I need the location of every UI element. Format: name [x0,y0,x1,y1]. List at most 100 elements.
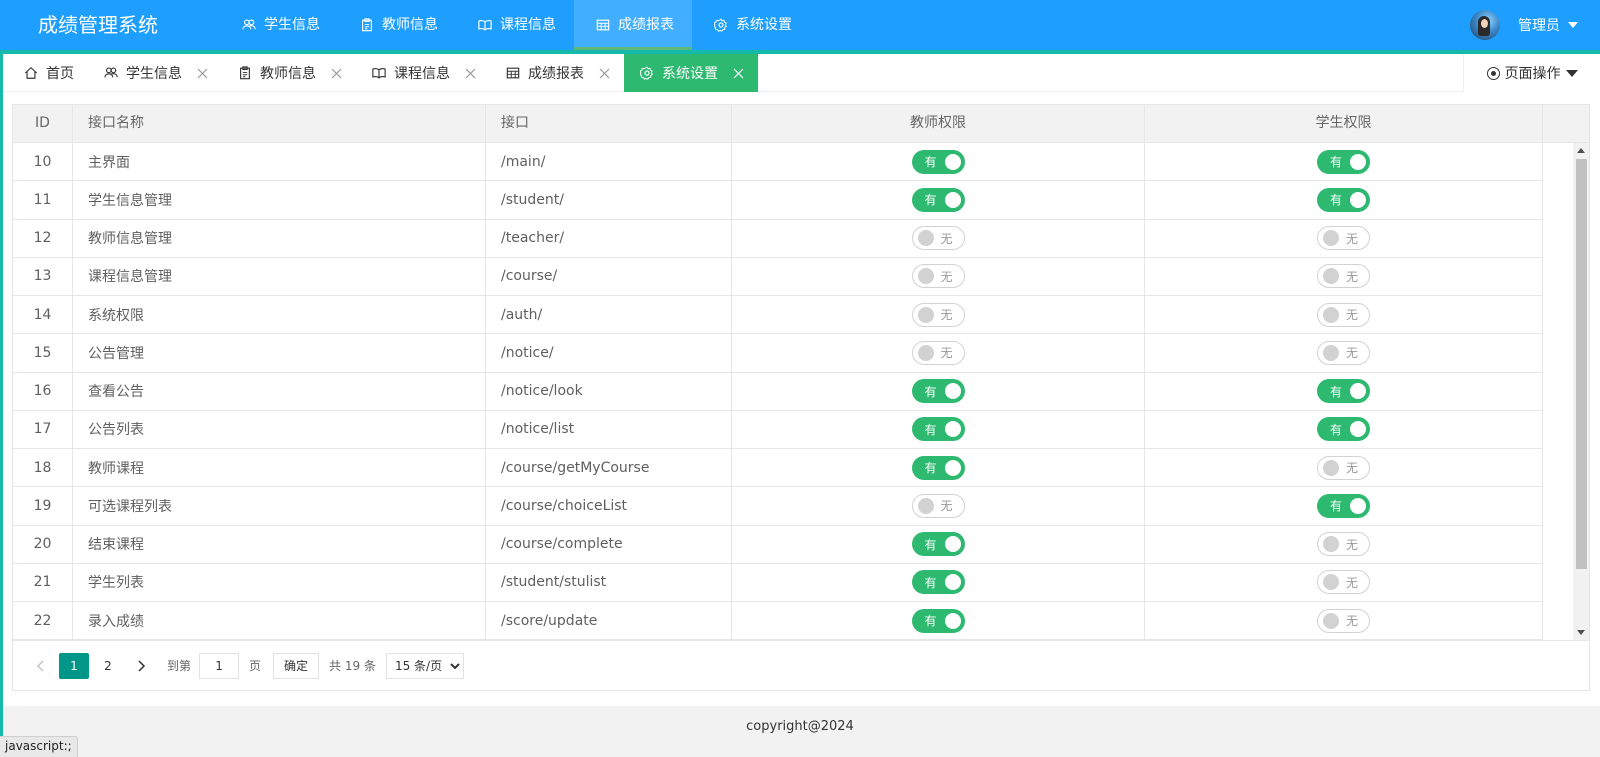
table-header: ID 接口名称 接口 教师权限 学生权限 [13,105,1589,143]
student-permission-toggle[interactable]: 无 [1317,455,1370,480]
scroll-up-icon[interactable] [1577,148,1585,153]
toggle-knob [944,574,961,591]
teacher-permission-toggle[interactable]: 无 [911,302,965,327]
table-icon [594,16,612,34]
student-permission-toggle[interactable]: 无 [1317,570,1370,595]
cell-api-name: 学生信息管理 [73,181,486,219]
student-permission-toggle[interactable]: 无 [1317,226,1370,251]
toggle-label: 有 [924,461,937,476]
teacher-permission-toggle[interactable]: 有 [911,417,965,442]
cell-student-permission: 无 [1145,219,1543,257]
toggle-knob [1323,268,1339,285]
toggle-knob [917,497,934,514]
page-size-select[interactable]: 15 条/页 [385,652,464,679]
teacher-permission-toggle[interactable]: 有 [911,532,965,557]
confirm-goto-button[interactable]: 确定 [273,652,320,679]
home-icon [22,64,40,82]
cell-student-permission: 无 [1145,525,1543,563]
table-row: 17 公告列表/notice/list 有 有 [13,410,1543,449]
cell-teacher-permission: 有 [732,563,1145,601]
close-icon[interactable] [732,67,744,79]
teacher-permission-toggle[interactable]: 无 [911,493,965,518]
cell-id: 13 [13,257,73,295]
cell-id: 11 [13,181,73,219]
copyright-text: copyright@2024 [746,719,854,734]
student-permission-toggle[interactable]: 无 [1317,302,1370,327]
toggle-knob [944,383,961,400]
cell-api: /teacher/ [486,219,732,257]
user-name[interactable]: 管理员 [1518,15,1560,35]
close-icon[interactable] [196,67,208,79]
teacher-permission-toggle[interactable]: 无 [911,264,965,289]
teacher-permission-toggle[interactable]: 有 [911,187,965,212]
topnav-item-1[interactable]: 学生信息 [220,0,338,50]
student-permission-toggle[interactable]: 无 [1317,340,1370,365]
teacher-permission-toggle[interactable]: 无 [911,226,965,251]
student-permission-toggle[interactable]: 有 [1317,417,1370,442]
cell-api: /score/update [486,602,732,640]
student-permission-toggle[interactable]: 有 [1317,493,1370,518]
cell-teacher-permission: 有 [732,525,1145,563]
topnav-item-5[interactable]: 系统设置 [692,0,810,50]
table-row: 15 公告管理/notice/无 无 [13,334,1543,373]
scroll-down-icon[interactable] [1577,630,1585,635]
teacher-permission-toggle[interactable]: 有 [911,379,965,404]
cell-api: /student/stulist [486,563,732,601]
page-operations-label: 页面操作 [1504,66,1561,82]
student-permission-toggle[interactable]: 无 [1317,264,1370,289]
tab-3[interactable]: 教师信息 [222,54,356,92]
scrollbar-thumb[interactable] [1576,159,1587,569]
tab-5[interactable]: 成绩报表 [490,54,624,92]
tab-label: 系统设置 [662,66,718,82]
topnav-item-2[interactable]: 教师信息 [338,0,456,50]
header-student-permission: 学生权限 [1145,105,1543,142]
toggle-label: 有 [1330,384,1343,399]
student-permission-toggle[interactable]: 有 [1317,187,1370,212]
tab-bar: 首页 学生信息 教师信息 课程信息 成绩报表 系统设置 页面操作 [0,54,1600,92]
user-menu[interactable]: 管理员 [1470,0,1578,50]
toggle-knob [1323,230,1339,247]
teacher-permission-toggle[interactable]: 有 [911,570,965,595]
page-1-button[interactable]: 1 [59,652,89,679]
goto-page-input[interactable] [199,652,240,679]
caret-down-icon [1565,69,1578,77]
student-permission-toggle[interactable]: 有 [1317,379,1370,404]
teacher-permission-toggle[interactable]: 有 [911,455,965,480]
cell-teacher-permission: 有 [732,410,1145,448]
topnav-item-3[interactable]: 课程信息 [456,0,574,50]
tab-6[interactable]: 系统设置 [624,54,758,92]
close-icon[interactable] [330,67,342,79]
toggle-knob [944,421,961,438]
avatar[interactable] [1470,10,1500,40]
tab-4[interactable]: 课程信息 [356,54,490,92]
app-logo-title: 成绩管理系统 [38,13,158,37]
teacher-permission-toggle[interactable]: 有 [911,149,965,174]
toggle-label: 无 [1346,308,1359,323]
tab-2[interactable]: 学生信息 [88,54,222,92]
pagination: 1 2 到第 页 确定 共 19 条 15 条/页 [13,640,1589,690]
cell-student-permission: 有 [1145,410,1543,448]
student-permission-toggle[interactable]: 无 [1317,608,1370,633]
student-permission-toggle[interactable]: 有 [1317,149,1370,174]
topnav-item-4[interactable]: 成绩报表 [574,0,692,50]
student-permission-toggle[interactable]: 无 [1317,532,1370,557]
teacher-permission-toggle[interactable]: 无 [911,340,965,365]
prev-page-button[interactable] [25,653,55,679]
toggle-label: 无 [1346,269,1359,284]
tab-list: 首页 学生信息 教师信息 课程信息 成绩报表 系统设置 [8,54,758,92]
cell-student-permission: 无 [1145,296,1543,334]
teacher-permission-toggle[interactable]: 有 [911,608,965,633]
cell-id: 15 [13,334,73,372]
total-count: 共 19 条 [329,659,376,673]
next-page-button[interactable] [127,653,157,679]
cell-api-name: 录入成绩 [73,602,486,640]
page-operations-button[interactable]: 页面操作 [1463,54,1600,92]
tab-1[interactable]: 首页 [8,54,88,92]
close-icon[interactable] [598,67,610,79]
table-scrollbar[interactable] [1573,143,1589,640]
page-2-button[interactable]: 2 [93,653,123,679]
close-icon[interactable] [464,67,476,79]
tab-label: 课程信息 [394,66,450,82]
footer: copyright@2024 [0,706,1600,757]
cell-api: /course/complete [486,525,732,563]
